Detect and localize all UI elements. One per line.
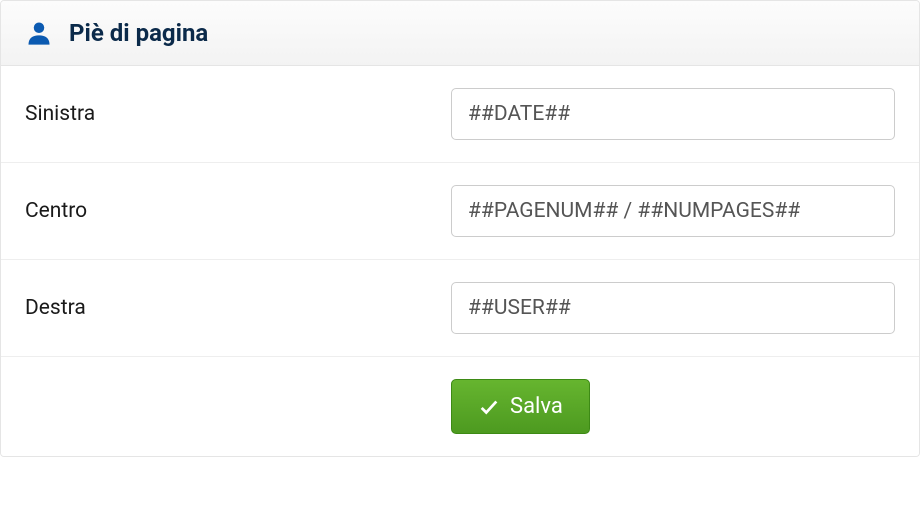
input-left[interactable] xyxy=(451,88,895,140)
save-button-label: Salva xyxy=(510,394,563,419)
person-icon xyxy=(25,19,53,47)
check-icon xyxy=(478,396,500,418)
save-button[interactable]: Salva xyxy=(451,379,590,434)
label-right: Destra xyxy=(25,296,451,320)
panel-header: Piè di pagina xyxy=(1,1,919,66)
form-row-center: Centro xyxy=(1,163,919,260)
input-right[interactable] xyxy=(451,282,895,334)
actions-row: Salva xyxy=(1,357,919,456)
form-row-left: Sinistra xyxy=(1,66,919,163)
panel-title: Piè di pagina xyxy=(69,19,208,47)
form-row-right: Destra xyxy=(1,260,919,357)
input-center[interactable] xyxy=(451,185,895,237)
footer-settings-panel: Piè di pagina Sinistra Centro Destra Sal… xyxy=(0,0,920,457)
label-center: Centro xyxy=(25,199,451,223)
label-left: Sinistra xyxy=(25,102,451,126)
